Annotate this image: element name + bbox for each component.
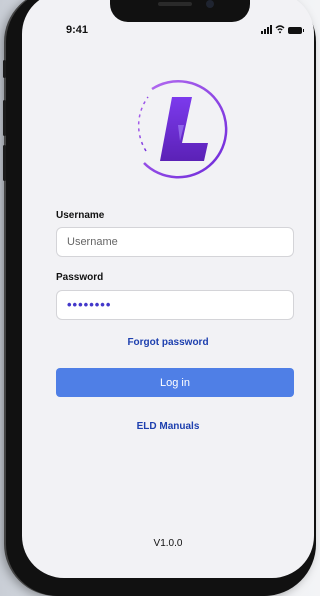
status-time: 9:41 — [66, 24, 89, 36]
password-label: Password — [56, 272, 104, 283]
eld-manuals-link[interactable]: ELD Manuals — [22, 421, 314, 432]
login-button[interactable]: Log in — [56, 368, 294, 397]
app-logo — [137, 80, 228, 179]
status-icons — [261, 24, 304, 34]
phone-frame: 9:41 Username Username Password ••••••••… — [3, 0, 316, 596]
mute-switch — [3, 60, 6, 78]
volume-up-button — [3, 100, 6, 136]
volume-down-button — [3, 145, 6, 181]
username-label: Username — [56, 210, 105, 221]
password-input[interactable]: •••••••• — [56, 290, 294, 320]
front-camera — [206, 0, 214, 8]
app-version: V1.0.0 — [153, 538, 183, 549]
speaker-grille — [158, 2, 192, 6]
username-input[interactable] — [56, 227, 294, 257]
cellular-signal-icon — [261, 25, 272, 34]
battery-icon — [288, 27, 304, 34]
wifi-icon — [275, 25, 285, 34]
notch — [110, 0, 250, 22]
app-screen: 9:41 Username Username Password ••••••••… — [22, 0, 314, 578]
forgot-password-link[interactable]: Forgot password — [22, 337, 314, 348]
